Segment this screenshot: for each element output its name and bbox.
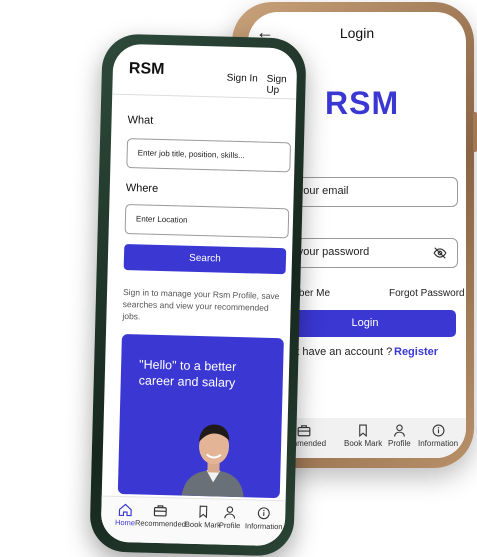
user-icon: [393, 424, 406, 437]
nav-recommended[interactable]: Recommended: [135, 503, 186, 528]
bookmark-icon: [357, 424, 369, 437]
nav-home[interactable]: Home: [115, 503, 136, 528]
promo-banner[interactable]: "Hello" to a better career and salary: [118, 334, 284, 498]
password-field[interactable]: r your password: [274, 238, 458, 268]
briefcase-icon: [297, 424, 311, 437]
login-logo: RSM: [325, 85, 399, 122]
location-placeholder: Enter Location: [136, 214, 188, 224]
nav-label: Book Mark: [344, 439, 382, 448]
search-button[interactable]: Search: [124, 244, 287, 274]
password-placeholder: r your password: [291, 246, 369, 258]
nav-label: Home: [115, 518, 135, 528]
sign-in-info-text: Sign in to manage your Rsm Profile, save…: [122, 286, 289, 326]
sign-up-link[interactable]: Sign Up: [266, 74, 297, 97]
what-label: What: [127, 114, 153, 127]
home-icon: [118, 503, 132, 516]
job-search-placeholder: Enter job title, position, skills...: [138, 148, 245, 160]
location-input[interactable]: Enter Location: [125, 204, 290, 238]
nav-information[interactable]: Information: [418, 424, 458, 448]
nav-label: Profile: [219, 521, 240, 531]
nav-bookmark[interactable]: Book Mark: [344, 424, 382, 448]
no-account-text: n't have an account ?: [288, 346, 392, 358]
nav-label: Profile: [388, 439, 411, 448]
login-button[interactable]: Login: [274, 310, 456, 337]
nav-label: Recommended: [135, 518, 186, 528]
nav-bookmark[interactable]: Book Mark: [185, 505, 221, 530]
search-bottom-nav: Home Recommended Book Mark Profile Infor…: [101, 496, 286, 547]
side-button: [473, 112, 477, 152]
register-link[interactable]: Register: [394, 346, 438, 358]
info-icon: [257, 507, 270, 520]
nav-information[interactable]: Information: [245, 506, 283, 531]
nav-label: Book Mark: [185, 520, 221, 530]
job-search-input[interactable]: Enter job title, position, skills...: [126, 138, 291, 172]
bookmark-icon: [197, 505, 209, 518]
forgot-password-link[interactable]: Forgot Password: [389, 288, 465, 299]
briefcase-icon: [154, 504, 168, 517]
info-icon: [432, 424, 445, 437]
user-icon: [223, 506, 236, 519]
nav-label: Information: [418, 439, 458, 448]
person-photo: [178, 414, 250, 498]
eye-off-icon[interactable]: [433, 246, 447, 260]
app-logo: RSM: [129, 60, 165, 79]
search-screen: RSM Sign In Sign Up What Enter job title…: [101, 44, 298, 547]
nav-profile[interactable]: Profile: [388, 424, 411, 448]
promo-text: "Hello" to a better career and salary: [139, 356, 270, 391]
sign-in-link[interactable]: Sign In: [227, 73, 258, 85]
nav-label: Information: [245, 521, 283, 531]
where-label: Where: [126, 182, 159, 195]
nav-profile[interactable]: Profile: [219, 506, 241, 531]
